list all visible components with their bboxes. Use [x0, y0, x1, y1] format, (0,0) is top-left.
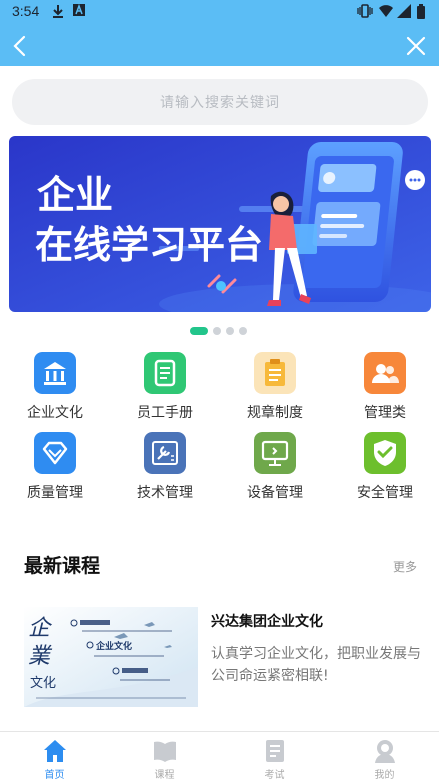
download-icon	[53, 5, 63, 18]
tab-home[interactable]: 首页	[0, 732, 109, 780]
monitor-icon	[254, 432, 296, 474]
status-time: 3:54	[12, 3, 40, 19]
tab-courses[interactable]: 课程	[110, 732, 219, 780]
shield-check-icon	[364, 432, 406, 474]
svg-text:業: 業	[28, 644, 53, 669]
tab-label: 我的	[374, 770, 395, 780]
back-icon[interactable]	[8, 33, 34, 59]
diamond-icon	[34, 432, 76, 474]
tools-icon	[144, 432, 186, 474]
course-thumbnail: 企 業 文化 企业文化	[24, 607, 198, 707]
category-label: 员工手册	[137, 405, 193, 421]
category-label: 企业文化	[27, 405, 83, 421]
tab-label: 首页	[44, 770, 65, 780]
banner-carousel[interactable]: 企业 在线学习平台	[9, 136, 431, 312]
tab-exam[interactable]: 考试	[220, 732, 329, 780]
battery-icon	[417, 4, 425, 19]
search-input[interactable]: 请输入搜索关键词	[12, 79, 428, 125]
banner-line2: 在线学习平台	[35, 223, 263, 267]
category-corporate-culture[interactable]: 企业文化	[0, 352, 110, 421]
book-icon	[154, 741, 176, 762]
status-bar: 3:54	[0, 0, 439, 24]
carousel-indicator	[190, 327, 247, 335]
bank-icon	[34, 352, 76, 394]
signal-icon	[397, 4, 411, 18]
svg-text:企: 企	[28, 616, 53, 641]
tab-mine[interactable]: 我的	[330, 732, 439, 780]
carousel-dot-3[interactable]	[226, 327, 234, 335]
carousel-dot-2[interactable]	[213, 327, 221, 335]
user-icon	[375, 740, 395, 763]
close-icon[interactable]	[403, 33, 429, 59]
category-label: 安全管理	[357, 485, 413, 501]
section-title: 最新课程	[24, 555, 101, 577]
search-placeholder: 请输入搜索关键词	[160, 95, 280, 111]
title-bar	[0, 24, 439, 66]
app-notification-icon	[73, 4, 85, 16]
category-safety[interactable]: 安全管理	[330, 432, 439, 501]
users-icon	[364, 352, 406, 394]
more-link[interactable]: 更多	[393, 558, 417, 575]
category-employee-handbook[interactable]: 员工手册	[110, 352, 220, 421]
banner-line1: 企业	[37, 173, 113, 217]
home-icon	[44, 740, 66, 762]
category-management[interactable]: 管理类	[330, 352, 439, 421]
banner-illustration: 企业 在线学习平台	[9, 136, 431, 312]
category-label: 规章制度	[247, 405, 303, 421]
course-title: 兴达集团企业文化	[211, 614, 323, 630]
thumb-title: 企业文化	[95, 640, 132, 652]
category-regulations[interactable]: 规章制度	[220, 352, 330, 421]
category-quality[interactable]: 质量管理	[0, 432, 110, 501]
clipboard-icon	[254, 352, 296, 394]
category-label: 管理类	[364, 405, 406, 421]
exam-icon	[266, 740, 284, 762]
category-technology[interactable]: 技术管理	[110, 432, 220, 501]
carousel-dot-4[interactable]	[239, 327, 247, 335]
bottom-tab-bar: 首页 课程 考试 我的	[0, 731, 439, 780]
course-item[interactable]: 企 業 文化 企业文化 兴达集团企业文化 认真学习企业文化，把职业发展与公司命运…	[24, 607, 424, 707]
category-label: 设备管理	[247, 485, 303, 501]
carousel-dot-1[interactable]	[190, 327, 208, 335]
vibrate-icon	[357, 4, 373, 18]
category-label: 技术管理	[137, 485, 193, 501]
course-description: 认真学习企业文化，把职业发展与公司命运紧密相联!	[211, 646, 421, 684]
category-equipment[interactable]: 设备管理	[220, 432, 330, 501]
svg-text:文化: 文化	[30, 676, 56, 691]
category-label: 质量管理	[27, 485, 83, 501]
document-icon	[144, 352, 186, 394]
tab-label: 课程	[154, 770, 175, 780]
wifi-icon	[379, 5, 393, 17]
tab-label: 考试	[264, 770, 285, 780]
